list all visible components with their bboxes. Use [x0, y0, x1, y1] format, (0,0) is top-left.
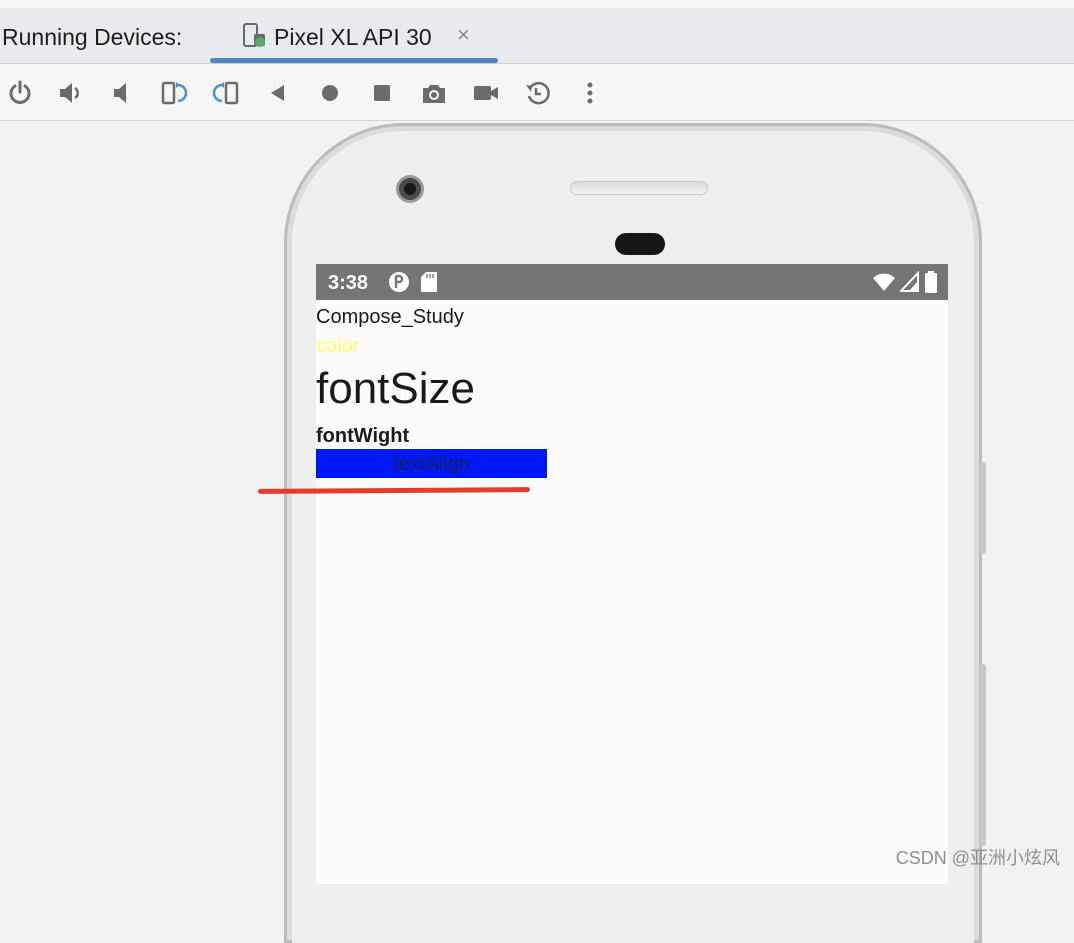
- overview-icon: [374, 85, 390, 101]
- volume-down-button[interactable]: [107, 77, 139, 109]
- volume-up-button[interactable]: [55, 77, 87, 109]
- device-tab-label: Pixel XL API 30: [274, 24, 432, 50]
- text-align-box: textAlign: [316, 449, 547, 478]
- power-button[interactable]: [4, 77, 36, 109]
- overview-button[interactable]: [366, 77, 398, 109]
- status-icons-left: [388, 271, 438, 293]
- rotate-left-button[interactable]: [158, 77, 190, 109]
- watermark-text: CSDN @亚洲小炫风: [895, 848, 1060, 868]
- color-text: color: [316, 335, 360, 357]
- active-tab-indicator: [210, 58, 498, 63]
- device-side-button[interactable]: [980, 664, 986, 846]
- top-strip: [0, 0, 1074, 8]
- app-title-text: Compose_Study: [316, 306, 464, 328]
- sd-card-icon: [421, 272, 437, 292]
- font-size-text: fontSize: [316, 364, 475, 413]
- rotate-left-icon: [161, 81, 188, 105]
- status-icons-right: [872, 271, 938, 293]
- front-camera-icon: [396, 175, 424, 203]
- device-tab[interactable]: Pixel XL API 30 ×: [210, 8, 498, 63]
- back-icon: [271, 85, 284, 101]
- volume-down-icon: [114, 83, 126, 103]
- home-button[interactable]: [314, 77, 346, 109]
- rotate-right-icon: [212, 81, 239, 105]
- close-tab-icon[interactable]: ×: [457, 22, 470, 48]
- more-options-icon: [587, 82, 593, 104]
- back-button[interactable]: [262, 77, 294, 109]
- device-volume-rocker[interactable]: [980, 462, 986, 554]
- proximity-sensor: [615, 233, 665, 255]
- text-align-text: textAlign: [393, 453, 470, 475]
- home-icon: [322, 85, 338, 101]
- running-devices-label: Running Devices:: [2, 24, 183, 50]
- device-toolbar: [0, 64, 1074, 121]
- notification-app-icon: [389, 272, 409, 292]
- screen-record-button[interactable]: [470, 77, 502, 109]
- battery-icon: [925, 271, 937, 293]
- power-icon: [9, 80, 31, 104]
- status-time: 3:38: [328, 272, 369, 294]
- screenshot-button[interactable]: [418, 77, 450, 109]
- cellular-signal-icon: [900, 271, 919, 292]
- camera-icon: [423, 85, 445, 103]
- status-bar: 3:38: [316, 264, 948, 300]
- volume-up-icon: [60, 83, 79, 103]
- earpiece-speaker: [570, 181, 708, 195]
- snapshot-history-button[interactable]: [522, 77, 554, 109]
- more-options-button[interactable]: [574, 77, 606, 109]
- screen-record-icon: [474, 86, 498, 100]
- rotate-right-button[interactable]: [210, 77, 242, 109]
- device-screen[interactable]: 3:38 Compose_Study color fontSize fontWi…: [316, 264, 948, 884]
- wifi-icon: [873, 273, 895, 291]
- font-weight-text: fontWight: [316, 425, 410, 447]
- snapshot-history-icon: [526, 81, 550, 105]
- device-icon: [243, 23, 265, 47]
- running-devices-tabbar: Running Devices: Pixel XL API 30 ×: [0, 8, 1074, 64]
